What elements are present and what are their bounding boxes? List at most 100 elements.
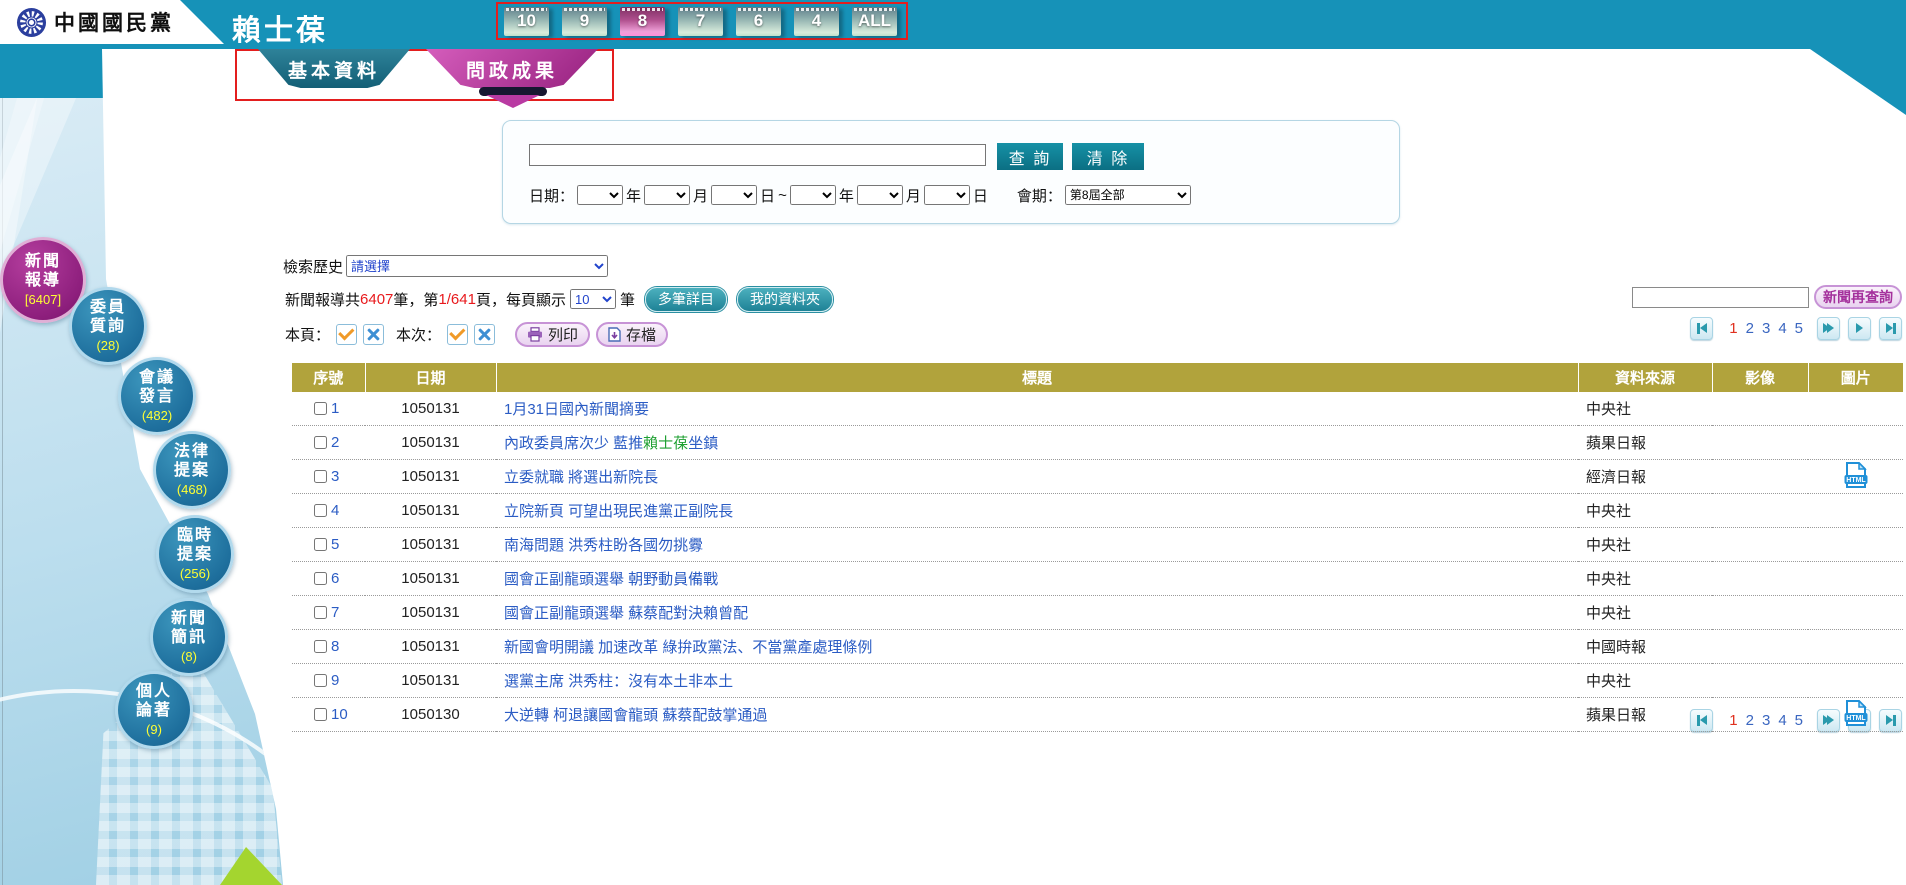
row-date: 1050131 [365,527,496,562]
row-source: 中央社 [1578,663,1712,698]
row-title-link[interactable]: 新國會明開議 加速改革 綠拚政黨法、不當黨產處理條例 [504,639,872,656]
multi-detail-button[interactable]: 多筆詳目 [645,286,727,312]
end-year-select[interactable] [789,185,836,205]
clear-all-batch-button[interactable] [474,323,496,345]
select-all-batch-button[interactable] [447,323,469,345]
row-number-link[interactable]: 4 [331,502,339,519]
row-picture-cell: HTML [1808,459,1903,494]
row-date: 1050131 [365,459,496,494]
my-folder-button[interactable]: 我的資料夾 [737,286,833,312]
page-link-5[interactable]: 5 [1795,320,1803,337]
sidebar-item-法律提案[interactable]: 法律 提案 (468) [153,431,231,509]
row-image-cell [1712,493,1808,528]
row-checkbox[interactable] [314,708,327,721]
row-title-link[interactable]: 立委就職 將選出新院長 [504,469,658,486]
print-button[interactable]: 列印 [515,321,591,347]
table-row: 6 1050131 國會正副龍頭選舉 朝野動員備戰 中央社 [292,561,1903,596]
row-number-link[interactable]: 1 [331,400,339,417]
sidebar-item-會議發言[interactable]: 會議 發言 (482) [118,357,196,435]
row-number-link[interactable]: 6 [331,570,339,587]
session-tab-10[interactable]: 10 [504,6,549,36]
sidebar-item-新聞簡訊[interactable]: 新聞 簡訊 (8) [150,598,228,676]
row-checkbox[interactable] [314,606,327,619]
end-day-select[interactable] [923,185,970,205]
html-doc-icon[interactable]: HTML [1843,460,1869,488]
row-number-link[interactable]: 8 [331,638,339,655]
row-date: 1050131 [365,595,496,630]
header-corner-triangle [1810,49,1906,115]
page-size-select[interactable]: 10 [569,289,616,309]
left-decor-panel [0,49,283,885]
row-title-link[interactable]: 選黨主席 洪秀柱：沒有本土非本土 [504,673,733,690]
row-number-link[interactable]: 5 [331,536,339,553]
row-checkbox[interactable] [314,402,327,415]
row-title-link[interactable]: 大逆轉 柯退讓國會龍頭 蘇蔡配鼓掌通過 [504,707,767,724]
pager-first-button[interactable] [1690,316,1714,340]
page-link-3[interactable]: 3 [1762,320,1770,337]
row-title-link[interactable]: 1月31日國內新聞摘要 [504,401,649,418]
row-checkbox[interactable] [314,470,327,483]
table-row: 10 1050130 大逆轉 柯退讓國會龍頭 蘇蔡配鼓掌通過 蘋果日報 HTML [292,697,1903,732]
result-text: 頁，每頁顯示 [475,291,566,309]
row-checkbox[interactable] [314,640,327,653]
session-tab-8[interactable]: 8 [620,6,665,36]
requery-input[interactable] [1632,287,1809,308]
sidebar-item-委員質詢[interactable]: 委員 質詢 (28) [69,287,147,365]
row-title-link[interactable]: 國會正副龍頭選舉 朝野動員備戰 [504,571,718,588]
kmt-sun-logo [16,7,47,37]
sidebar-item-個人論著[interactable]: 個人 論著 (9) [115,671,193,749]
sidebar-item-臨時提案[interactable]: 臨時 提案 (256) [156,515,234,593]
session-tab-4[interactable]: 4 [794,6,839,36]
page-link-1[interactable]: 1 [1729,320,1737,337]
session-tab-6[interactable]: 6 [736,6,781,36]
row-title-link[interactable]: 立院新頁 可望出現民進黨正副院長 [504,503,733,520]
save-button[interactable]: 存檔 [596,321,669,347]
row-source: 中國時報 [1578,629,1712,664]
row-date: 1050131 [365,561,496,596]
party-name: 中國國民黨 [54,12,174,35]
start-month-select[interactable] [644,185,691,205]
keyword-input[interactable] [529,144,986,166]
row-title-link[interactable]: 南海問題 洪秀柱盼各國勿挑釁 [504,537,703,554]
pager-next-button[interactable] [1848,316,1871,340]
row-number-link[interactable]: 9 [331,672,339,689]
pager-last-button[interactable] [1879,316,1902,340]
decor-ray [0,49,96,827]
row-checkbox[interactable] [314,538,327,551]
date-filter-row: 日期： 年 月 日 ~ 年 月 日 會期： 第8屆全部 [529,184,1191,206]
search-history-row: 檢索歷史 請選擇 [283,255,609,277]
clear-all-page-button[interactable] [363,323,385,345]
start-day-select[interactable] [711,185,758,205]
session-tab-9[interactable]: 9 [562,6,607,36]
decor-ray [0,49,46,757]
session-select[interactable]: 第8屆全部 [1064,185,1191,205]
search-button[interactable]: 查 詢 [997,143,1063,170]
search-history-select[interactable]: 請選擇 [346,255,609,277]
select-all-page-button[interactable] [336,323,358,345]
page-link-4[interactable]: 4 [1778,320,1786,337]
requery-button[interactable]: 新聞再查詢 [1814,285,1902,309]
member-name: 賴士葆 [232,15,329,47]
start-year-select[interactable] [577,185,624,205]
row-number-link[interactable]: 10 [331,706,348,723]
row-checkbox[interactable] [314,674,327,687]
row-checkbox[interactable] [314,436,327,449]
session-tab-7[interactable]: 7 [678,6,723,36]
page-link-2[interactable]: 2 [1746,320,1754,337]
clear-button[interactable]: 清 除 [1072,143,1144,170]
row-picture-cell [1808,392,1903,426]
row-number-link[interactable]: 2 [331,434,339,451]
session-tab-ALL[interactable]: ALL [852,6,897,36]
row-title-link[interactable]: 國會正副龍頭選舉 蘇蔡配對決賴曾配 [504,605,748,622]
row-checkbox[interactable] [314,572,327,585]
pager-next5-button[interactable] [1817,316,1840,340]
row-number-link[interactable]: 7 [331,604,339,621]
x-icon [366,327,381,342]
end-month-select[interactable] [856,185,903,205]
row-title-link[interactable]: 內政委員席次少 藍推賴士葆坐鎮 [504,435,718,452]
row-picture-cell: HTML [1808,697,1903,732]
month-label: 月 [905,187,921,205]
html-doc-icon[interactable]: HTML [1843,698,1869,726]
row-checkbox[interactable] [314,504,327,517]
row-number-link[interactable]: 3 [331,468,339,485]
